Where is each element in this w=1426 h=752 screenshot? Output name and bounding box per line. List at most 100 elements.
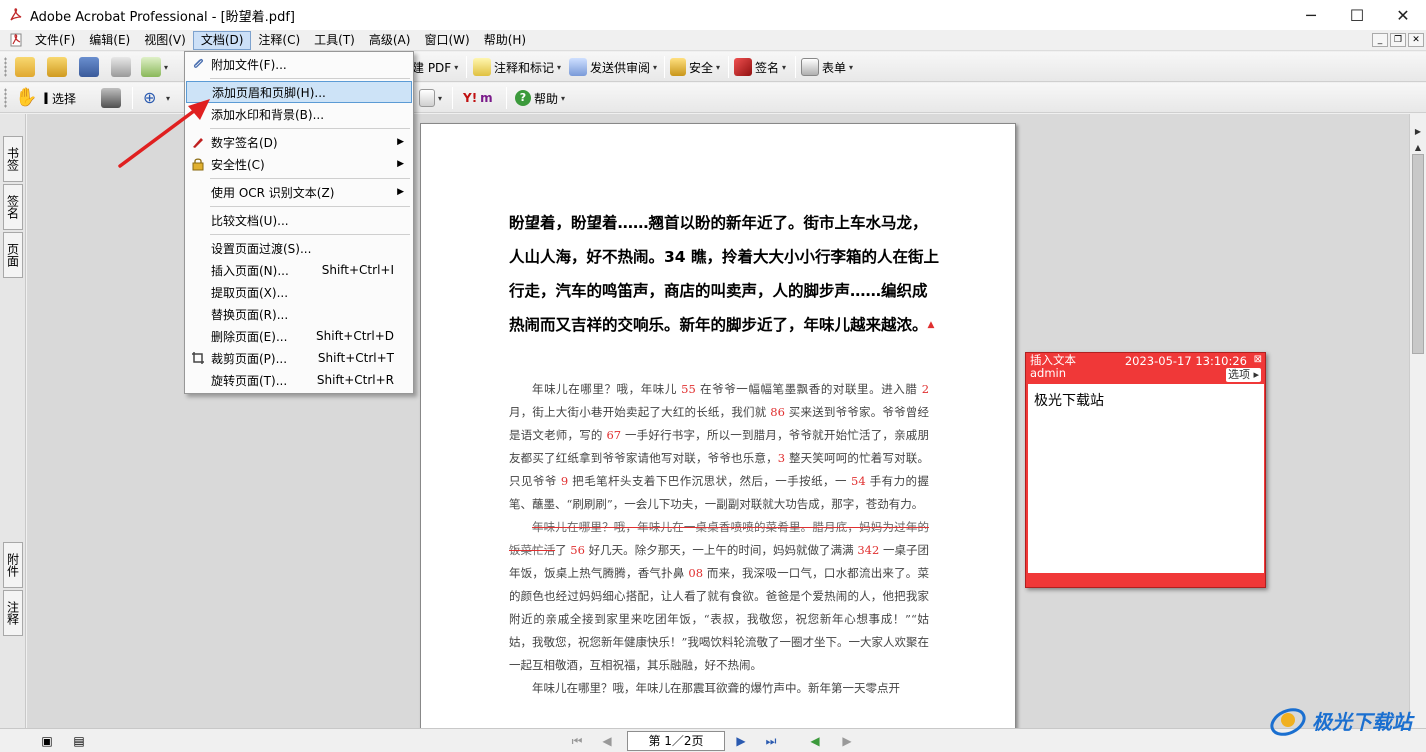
toolbar-separator <box>795 56 796 78</box>
tab-comments[interactable]: 注释 <box>3 590 23 636</box>
menu-edit[interactable]: 编辑(E) <box>82 31 137 50</box>
chevron-down-icon: ▾ <box>653 62 658 72</box>
menu-delete-pages-shortcut: Shift+Ctrl+D <box>316 329 394 343</box>
tab-bookmarks[interactable]: 书签 <box>3 136 23 182</box>
paperclip-icon <box>191 57 205 71</box>
doc-restore-button[interactable]: ❐ <box>1390 33 1406 47</box>
insert-text-caret-icon[interactable]: ▲ <box>928 320 935 330</box>
comment-popup[interactable]: 插入文本 admin 2023-05-17 13:10:26 ⊠ 选项 ▸ 极光… <box>1025 352 1266 588</box>
tab-pages[interactable]: 页面 <box>3 232 23 278</box>
menu-ocr[interactable]: 使用 OCR 识别文本(Z) ▶ <box>186 181 412 203</box>
tab-attachments[interactable]: 附件 <box>3 542 23 588</box>
menu-crop-pages-label: 裁剪页面(P)... <box>211 351 288 366</box>
tab-pages-label: 页面 <box>5 243 20 267</box>
first-page-button[interactable]: ⏮ <box>568 733 586 749</box>
menu-tools[interactable]: 工具(T) <box>307 31 362 50</box>
note-header[interactable]: 插入文本 admin <box>1030 354 1076 380</box>
menu-delete-pages[interactable]: 删除页面(E)... Shift+Ctrl+D <box>186 325 412 347</box>
menu-view[interactable]: 视图(V) <box>137 31 193 50</box>
note-options-button[interactable]: 选项 ▸ <box>1225 368 1261 382</box>
help-icon: ? <box>515 90 531 106</box>
red-number: 342 <box>857 543 880 557</box>
menu-crop-pages[interactable]: 裁剪页面(P)... Shift+Ctrl+T <box>186 347 412 369</box>
menu-extract-pages[interactable]: 提取页面(X)... <box>186 281 412 303</box>
navigation-pane: 书签 签名 页面 附件 注释 <box>0 114 26 728</box>
organizer-button[interactable] <box>44 55 70 79</box>
email-button[interactable]: ▾ <box>138 55 171 79</box>
tab-signatures[interactable]: 签名 <box>3 184 23 230</box>
chevron-down-icon: ▾ <box>164 62 169 72</box>
menu-rotate-pages[interactable]: 旋转页面(T)... Shift+Ctrl+R <box>186 369 412 391</box>
menu-set-page-transitions[interactable]: 设置页面过渡(S)... <box>186 237 412 259</box>
previous-page-button[interactable]: ◀ <box>598 733 616 749</box>
go-back-button[interactable]: ◀ <box>806 733 824 749</box>
menu-file[interactable]: 文件(F) <box>28 31 82 50</box>
menu-separator <box>210 78 410 79</box>
menu-digital-signatures-label: 数字签名(D) <box>211 135 278 150</box>
menu-attach-file[interactable]: 附加文件(F)... <box>186 53 412 75</box>
menu-document[interactable]: 文档(D) <box>192 30 252 50</box>
toolbar-grip[interactable] <box>4 57 7 77</box>
scroll-right-arrow-icon[interactable]: ▶ <box>1410 124 1426 140</box>
menu-insert-pages[interactable]: 插入页面(N)... Shift+Ctrl+I <box>186 259 412 281</box>
chevron-down-icon: ▾ <box>557 62 562 72</box>
paragraph-1: 年味儿在哪里？哦，年味儿 55 在爷爷一幅幅笔墨飘香的对联里。进入腊 2 月，街… <box>509 378 929 516</box>
toolbar-grip[interactable] <box>4 88 7 108</box>
menu-separator <box>210 206 410 207</box>
menu-compare-documents-label: 比较文档(U)... <box>211 213 289 228</box>
screen-mode-icon[interactable]: ▣ <box>38 733 56 749</box>
save-button[interactable] <box>76 55 102 79</box>
maximize-button[interactable]: ☐ <box>1334 0 1380 30</box>
menu-comments[interactable]: 注释(C) <box>251 31 307 50</box>
submenu-arrow-icon: ▶ <box>397 187 404 197</box>
vertical-scrollbar[interactable]: ▶ ▲ <box>1409 114 1426 728</box>
open-button[interactable] <box>12 55 38 79</box>
page-layout-icon[interactable]: ▤ <box>70 733 88 749</box>
close-icon[interactable]: ⊠ <box>1254 354 1262 365</box>
sign-label: 签名 <box>755 60 780 75</box>
minimize-button[interactable]: ─ <box>1288 0 1334 30</box>
menu-help[interactable]: 帮助(H) <box>477 31 533 50</box>
select-label: 选择 <box>51 91 76 106</box>
menu-extract-pages-label: 提取页面(X)... <box>211 285 289 300</box>
scrollbar-thumb[interactable] <box>1412 154 1424 354</box>
security-button[interactable]: 安全 ▾ <box>667 55 723 79</box>
yahoo-toolbar-button[interactable]: Y! m <box>460 86 496 110</box>
menu-replace-pages[interactable]: 替换页面(R)... <box>186 303 412 325</box>
help-button[interactable]: ? 帮助 ▾ <box>512 86 568 110</box>
rotate-button[interactable]: ▾ <box>416 86 445 110</box>
title-bar: Adobe Acrobat Professional - [盼望着.pdf] <box>0 0 1426 30</box>
go-forward-button[interactable]: ▶ <box>838 733 856 749</box>
menu-compare-documents[interactable]: 比较文档(U)... <box>186 209 412 231</box>
toolbar-separator <box>452 87 453 109</box>
page-number-field[interactable]: 第 1／2页 <box>627 731 725 751</box>
next-page-button[interactable]: ▶ <box>732 733 750 749</box>
menu-rotate-pages-shortcut: Shift+Ctrl+R <box>316 373 394 387</box>
text-run: 年味儿在哪里？哦，年味儿 <box>532 382 682 396</box>
pointer-arrow-icon <box>118 99 210 168</box>
comment-markup-button[interactable]: 注释和标记 ▾ <box>470 55 564 79</box>
help-label: 帮助 <box>534 91 559 106</box>
print-button[interactable] <box>108 55 134 79</box>
menu-window[interactable]: 窗口(W) <box>417 31 476 50</box>
text-run: 在爷爷一幅幅笔墨飘香的对联里。进入腊 <box>695 382 922 396</box>
select-tool-button[interactable]: I 选择 <box>40 86 79 110</box>
page-body: 年味儿在哪里？哦，年味儿 55 在爷爷一幅幅笔墨飘香的对联里。进入腊 2 月，街… <box>509 378 929 700</box>
doc-minimize-button[interactable]: _ <box>1372 33 1388 47</box>
doc-close-button[interactable]: ✕ <box>1408 33 1424 47</box>
last-page-button[interactable]: ⏭ <box>762 733 780 749</box>
send-review-button[interactable]: 发送供审阅 ▾ <box>566 55 660 79</box>
sign-button[interactable]: 签名 ▾ <box>731 55 789 79</box>
chevron-down-icon: ▾ <box>849 62 854 72</box>
headline-text: 盼望着，盼望着……翘首以盼的新年近了。街市上车水马龙，人山人海，好不热闹。34 … <box>509 214 939 334</box>
status-bar: ▣ ▤ ⏮ ◀ 第 1／2页 ▶ ⏭ ◀ ▶ <box>0 728 1426 752</box>
close-button[interactable]: ✕ <box>1380 0 1426 30</box>
hand-tool-button[interactable]: ✋ <box>12 86 38 110</box>
note-content-field[interactable]: 极光下载站 <box>1028 384 1264 573</box>
text-run: 好几天。除夕那天，一上午的时间，妈妈就做了满满 <box>584 543 858 557</box>
pdf-page[interactable]: 盼望着，盼望着……翘首以盼的新年近了。街市上车水马龙，人山人海，好不热闹。34 … <box>420 123 1016 733</box>
create-pdf-button[interactable]: 建 PDF ▾ <box>409 55 461 79</box>
menu-advanced[interactable]: 高级(A) <box>362 31 418 50</box>
forms-button[interactable]: 表单 ▾ <box>798 55 856 79</box>
menu-attach-file-label: 附加文件(F)... <box>211 57 287 72</box>
